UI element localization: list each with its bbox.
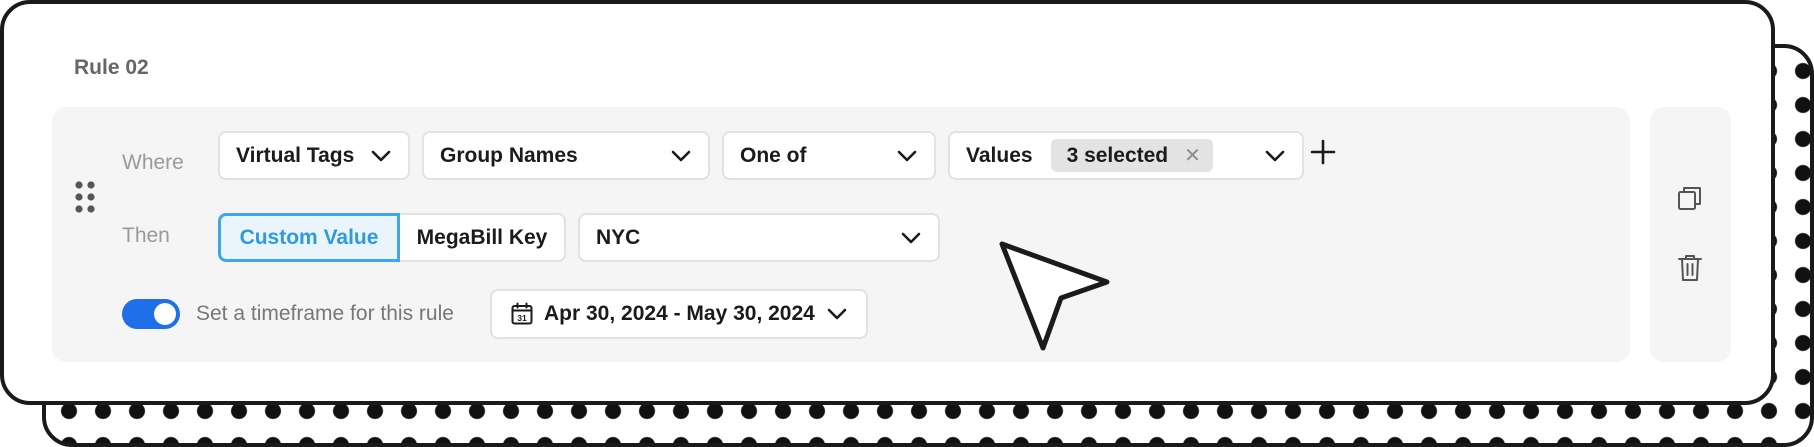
rule-card: Rule 02 Where Virtual Tags Group Names O… — [0, 0, 1775, 405]
rule-title: Rule 02 — [74, 56, 149, 79]
megabill-key-toggle[interactable]: MegaBill Key — [400, 213, 566, 262]
values-chip: 3 selected ✕ — [1050, 139, 1213, 172]
value-dropdown[interactable]: NYC — [578, 213, 940, 262]
values-chip-label: 3 selected — [1066, 143, 1169, 167]
date-range-picker[interactable]: 31 Apr 30, 2024 - May 30, 2024 — [490, 289, 868, 339]
where-label: Where — [122, 151, 184, 174]
chevron-down-icon — [1265, 150, 1285, 161]
plus-icon[interactable] — [1310, 139, 1336, 165]
operator-value: One of — [740, 143, 807, 167]
timeframe-label: Set a timeframe for this rule — [196, 302, 454, 325]
close-icon[interactable]: ✕ — [1184, 143, 1201, 168]
tag-type-value: Virtual Tags — [236, 143, 355, 167]
copy-icon[interactable] — [1676, 184, 1704, 214]
trash-icon[interactable] — [1676, 253, 1704, 283]
values-multiselect[interactable]: Values 3 selected ✕ — [948, 131, 1304, 180]
timeframe-toggle[interactable] — [122, 299, 180, 329]
drag-handle-icon[interactable] — [74, 180, 96, 214]
chevron-down-icon — [827, 308, 847, 320]
mouse-cursor-icon — [999, 241, 1110, 351]
date-range-value: Apr 30, 2024 - May 30, 2024 — [544, 302, 815, 325]
chevron-down-icon — [897, 150, 917, 161]
custom-value-toggle[interactable]: Custom Value — [218, 213, 400, 262]
calendar-day: 31 — [517, 313, 527, 323]
toggle-knob — [154, 303, 176, 325]
value-dropdown-value: NYC — [596, 225, 641, 249]
chevron-down-icon — [671, 150, 691, 161]
rule-actions-panel — [1650, 107, 1731, 362]
chevron-down-icon — [901, 232, 921, 243]
then-label: Then — [122, 224, 170, 247]
field-dropdown[interactable]: Group Names — [422, 131, 710, 180]
tag-type-dropdown[interactable]: Virtual Tags — [218, 131, 410, 180]
values-label: Values — [966, 143, 1033, 167]
chevron-down-icon — [371, 150, 391, 161]
field-value: Group Names — [440, 143, 578, 167]
operator-dropdown[interactable]: One of — [722, 131, 936, 180]
calendar-icon: 31 — [511, 302, 533, 325]
